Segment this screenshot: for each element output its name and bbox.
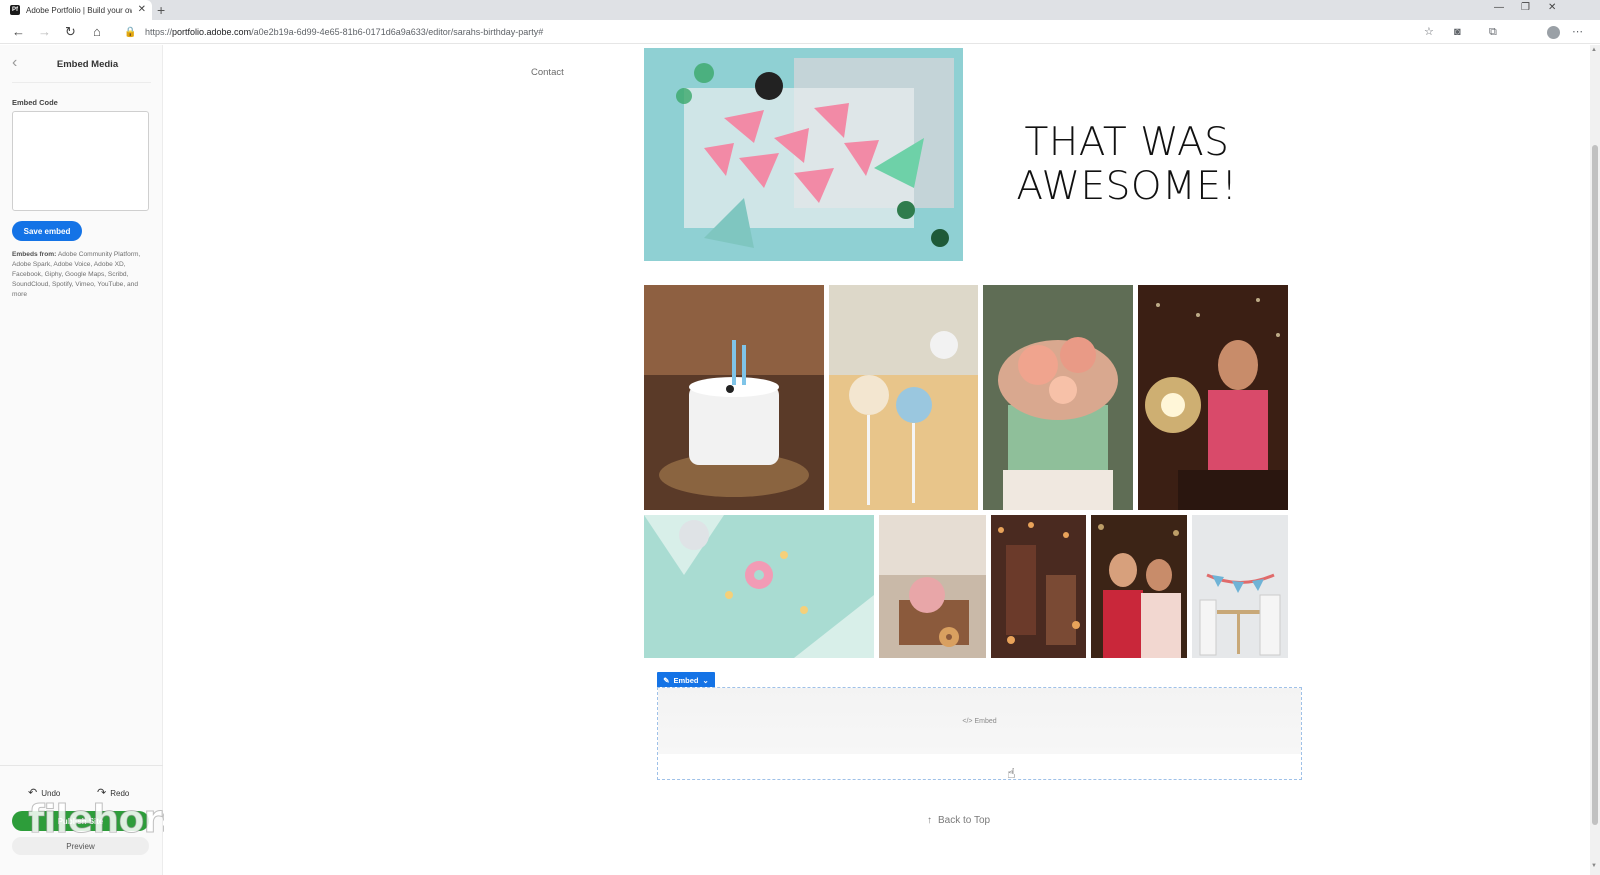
panel-title: Embed Media [56, 59, 119, 70]
back-to-top-label: Back to Top [938, 815, 991, 826]
adobe-portfolio-favicon-icon: Pf [10, 5, 20, 15]
redo-icon: ↷ [97, 787, 107, 799]
photo-coconut-cake[interactable] [644, 285, 824, 510]
url-field[interactable]: https://portfolio.adobe.com/a0e2b19a-6d9… [145, 27, 543, 37]
undo-label: Undo [41, 788, 61, 798]
photo-cake-pops[interactable] [829, 285, 978, 510]
camera-icon[interactable]: ◙ [1454, 25, 1461, 39]
collections-icon[interactable]: ⧉ [1489, 25, 1497, 39]
publish-site-button[interactable]: Publish Site [12, 811, 149, 831]
photo-donut-cake-graphic [879, 515, 986, 658]
panel-divider [12, 82, 151, 83]
chevron-down-icon: ⌄ [702, 675, 709, 685]
window-close-icon[interactable]: ✕ [1548, 2, 1556, 13]
url-scheme: https:// [145, 27, 173, 37]
editor-side-panel: ‹ Embed Media Embed Code Save embed Embe… [0, 45, 275, 875]
new-tab-icon[interactable]: + [157, 1, 165, 19]
back-arrow-icon[interactable]: ← [12, 24, 25, 40]
more-menu-icon[interactable]: ⋯ [1572, 25, 1583, 39]
panel-bottom-divider [0, 765, 163, 766]
lock-icon: 🔒 [124, 27, 137, 38]
tab-close-icon[interactable]: ✕ [138, 5, 146, 15]
photo-sparkler-girl-graphic [1138, 285, 1288, 510]
reload-icon[interactable]: ↻ [65, 24, 76, 40]
nav-link-contact[interactable]: Contact [531, 67, 564, 78]
portfolio-page-canvas: Contact THAT WAS AWESOME! ✎ Embed ⌄ </> … [164, 45, 1590, 875]
arrow-up-icon: ↑ [927, 815, 932, 826]
redo-label: Redo [110, 788, 130, 798]
embed-placeholder-text: </> Embed [962, 718, 997, 725]
back-to-top-link[interactable]: ↑ Back to Top [927, 815, 990, 826]
profile-avatar-icon[interactable] [1547, 26, 1560, 39]
embeds-from-list: Adobe Community Platform, Adobe Spark, A… [12, 251, 141, 298]
browser-tab-active[interactable]: Pf Adobe Portfolio | Build your own ✕ [0, 0, 152, 20]
pencil-icon: ✎ [663, 675, 670, 685]
photo-laughing-women[interactable] [1091, 515, 1187, 658]
browser-address-bar: ← → ↻ ⌂ 🔒 https://portfolio.adobe.com/a0… [0, 20, 1600, 44]
embed-block-tag[interactable]: ✎ Embed ⌄ [657, 672, 715, 688]
hero-photo-graphic [644, 48, 963, 261]
save-embed-button[interactable]: Save embed [12, 221, 82, 241]
photo-cake-pops-graphic [829, 285, 978, 510]
hand-cursor-icon: ☝ [1007, 765, 1016, 781]
photo-party-table[interactable] [1192, 515, 1288, 658]
minimize-icon[interactable]: — [1494, 2, 1504, 13]
browser-tab-bar: Pf Adobe Portfolio | Build your own ✕ + … [0, 0, 1600, 20]
undo-button[interactable]: ↶ Undo [28, 787, 61, 799]
tab-title: Adobe Portfolio | Build your own [26, 5, 132, 15]
url-path: /a0e2b19a-6d99-4e65-81b6-0171d6a9a633/ed… [251, 27, 544, 37]
photo-party-table-graphic [1192, 515, 1288, 658]
photo-sprinkles-table[interactable] [644, 515, 874, 658]
preview-button[interactable]: Preview [12, 837, 149, 855]
headline-line-2: AWESOME! [1016, 164, 1238, 209]
photo-party-lights-graphic [991, 515, 1086, 658]
hero-photo-cake-slices[interactable] [644, 48, 963, 261]
scroll-down-icon[interactable]: ▼ [1591, 863, 1597, 869]
restore-icon[interactable]: ❐ [1521, 2, 1530, 13]
photo-laughing-women-graphic [1091, 515, 1187, 658]
photo-flower-cake-graphic [983, 285, 1133, 510]
embed-tag-label: Embed [673, 675, 699, 685]
page-headline[interactable]: THAT WAS AWESOME! [994, 121, 1260, 209]
page-scrollbar[interactable]: ▲ ▼ [1590, 45, 1600, 875]
url-host: portfolio.adobe.com [172, 27, 252, 37]
photo-sprinkles-table-graphic [644, 515, 874, 658]
undo-icon: ↶ [28, 787, 38, 799]
embed-code-label: Embed Code [12, 98, 58, 107]
favorite-star-icon[interactable]: ☆ [1424, 25, 1434, 39]
photo-sparkler-girl[interactable] [1138, 285, 1288, 510]
photo-flower-cake[interactable] [983, 285, 1133, 510]
photo-donut-cake[interactable] [879, 515, 986, 658]
embed-block[interactable]: </> Embed [657, 687, 1302, 780]
redo-button[interactable]: ↷ Redo [97, 787, 130, 799]
embeds-from-label: Embeds from: [12, 251, 57, 258]
home-icon[interactable]: ⌂ [93, 24, 101, 40]
embed-code-input[interactable] [12, 111, 149, 211]
scroll-up-icon[interactable]: ▲ [1591, 47, 1597, 53]
photo-party-lights[interactable] [991, 515, 1086, 658]
forward-arrow-icon[interactable]: → [38, 24, 51, 40]
photo-coconut-cake-graphic [644, 285, 824, 510]
scroll-thumb[interactable] [1592, 145, 1598, 825]
headline-line-1: THAT WAS [1024, 120, 1230, 165]
embeds-from-note: Embeds from: Adobe Community Platform, A… [12, 250, 152, 300]
